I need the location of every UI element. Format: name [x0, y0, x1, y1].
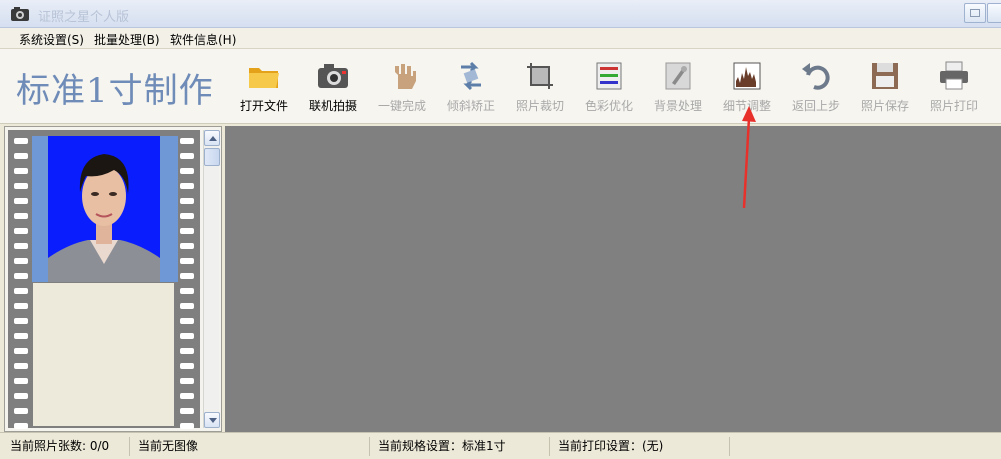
photo-print-button[interactable]: 照片打印	[921, 59, 987, 119]
maximize-button[interactable]	[987, 3, 1001, 23]
menu-batch-process[interactable]: 批量处理(B)	[94, 31, 160, 48]
hand-icon	[395, 64, 416, 89]
title-bar: 证照之星个人版	[0, 0, 1001, 28]
film-hole	[180, 138, 194, 144]
film-hole	[180, 153, 194, 159]
brush-icon	[665, 62, 691, 90]
film-hole	[14, 258, 28, 264]
film-hole	[14, 168, 28, 174]
film-hole	[180, 423, 194, 429]
film-hole	[180, 213, 194, 219]
printer-icon	[940, 61, 968, 90]
window-title: 证照之星个人版	[38, 10, 130, 25]
page-title: 标准1寸制作	[16, 71, 214, 111]
tilt-correction-button[interactable]: 倾斜矫正	[438, 59, 504, 119]
film-hole	[180, 303, 194, 309]
menu-system-settings[interactable]: 系统设置(S)	[19, 31, 84, 48]
photo-crop-button[interactable]: 照片裁切	[507, 59, 573, 119]
undo-icon	[802, 63, 830, 90]
film-hole	[14, 318, 28, 324]
film-hole	[180, 168, 194, 174]
folder-icon	[249, 68, 279, 88]
arrow-down-icon	[209, 418, 217, 423]
photo-thumbnail[interactable]	[32, 136, 178, 282]
thumbnail-panel	[4, 126, 222, 432]
menu-software-info[interactable]: 软件信息(H)	[170, 31, 236, 48]
open-file-button[interactable]: 打开文件	[231, 59, 297, 119]
film-hole	[14, 213, 28, 219]
film-hole	[14, 288, 28, 294]
film-hole	[180, 408, 194, 414]
status-image-state: 当前无图像	[130, 437, 370, 456]
status-spec: 当前规格设置：标准1寸	[370, 437, 550, 456]
film-hole	[14, 393, 28, 399]
film-hole	[14, 153, 28, 159]
histogram-icon	[733, 62, 761, 90]
film-holes-right	[180, 130, 194, 429]
film-hole	[14, 363, 28, 369]
camera-capture-button[interactable]: 联机拍摄	[300, 59, 366, 119]
photo-save-button[interactable]: 照片保存	[852, 59, 918, 119]
film-hole	[180, 348, 194, 354]
film-hole	[14, 303, 28, 309]
red-arrow-annotation	[742, 106, 756, 209]
film-hole	[180, 333, 194, 339]
film-hole	[14, 183, 28, 189]
film-hole	[180, 393, 194, 399]
photo-background	[48, 136, 160, 282]
floppy-icon	[872, 63, 898, 89]
color-sliders-icon	[596, 62, 622, 90]
film-hole	[14, 408, 28, 414]
background-process-button[interactable]: 背景处理	[645, 59, 711, 119]
rotate-icon	[461, 61, 481, 91]
film-hole	[14, 228, 28, 234]
film-hole	[14, 138, 28, 144]
camera-icon	[318, 64, 348, 88]
scroll-up-button[interactable]	[204, 130, 220, 146]
crop-icon	[527, 63, 553, 89]
scroll-down-button[interactable]	[204, 412, 220, 428]
film-hole	[14, 423, 28, 429]
film-hole	[180, 288, 194, 294]
film-hole	[180, 183, 194, 189]
film-hole	[180, 228, 194, 234]
film-strip	[8, 130, 200, 429]
toolbar: 标准1寸制作 打开文件 联机拍摄 一键完成 倾斜矫正 照片裁切 色彩优化 背景处…	[0, 49, 1001, 124]
film-hole	[14, 348, 28, 354]
status-print: 当前打印设置：(无)	[550, 437, 730, 456]
film-hole	[14, 243, 28, 249]
empty-photo-slot[interactable]	[33, 283, 174, 426]
film-hole	[180, 273, 194, 279]
film-hole	[180, 378, 194, 384]
minimize-button[interactable]	[964, 3, 986, 23]
color-optimize-button[interactable]: 色彩优化	[576, 59, 642, 119]
film-hole	[180, 318, 194, 324]
arrow-up-icon	[209, 136, 217, 141]
film-hole	[180, 258, 194, 264]
status-photo-count: 当前照片张数: 0/0	[2, 437, 130, 456]
scroll-thumb[interactable]	[204, 148, 220, 166]
portrait-image	[48, 154, 160, 282]
status-bar: 当前照片张数: 0/0 当前无图像 当前规格设置：标准1寸 当前打印设置：(无)	[0, 432, 1001, 459]
film-hole	[14, 378, 28, 384]
film-hole	[180, 243, 194, 249]
camera-app-icon	[11, 7, 29, 21]
thumbnail-scrollbar[interactable]	[203, 130, 220, 428]
film-hole	[180, 363, 194, 369]
one-click-button[interactable]: 一键完成	[369, 59, 435, 119]
minimize-icon	[970, 9, 980, 17]
film-holes-left	[14, 130, 28, 429]
film-hole	[14, 333, 28, 339]
film-hole	[14, 198, 28, 204]
undo-button[interactable]: 返回上步	[783, 59, 849, 119]
menu-bar: 系统设置(S) 批量处理(B) 软件信息(H)	[0, 28, 1001, 49]
film-hole	[14, 273, 28, 279]
image-workspace[interactable]	[225, 126, 1001, 432]
film-hole	[180, 198, 194, 204]
